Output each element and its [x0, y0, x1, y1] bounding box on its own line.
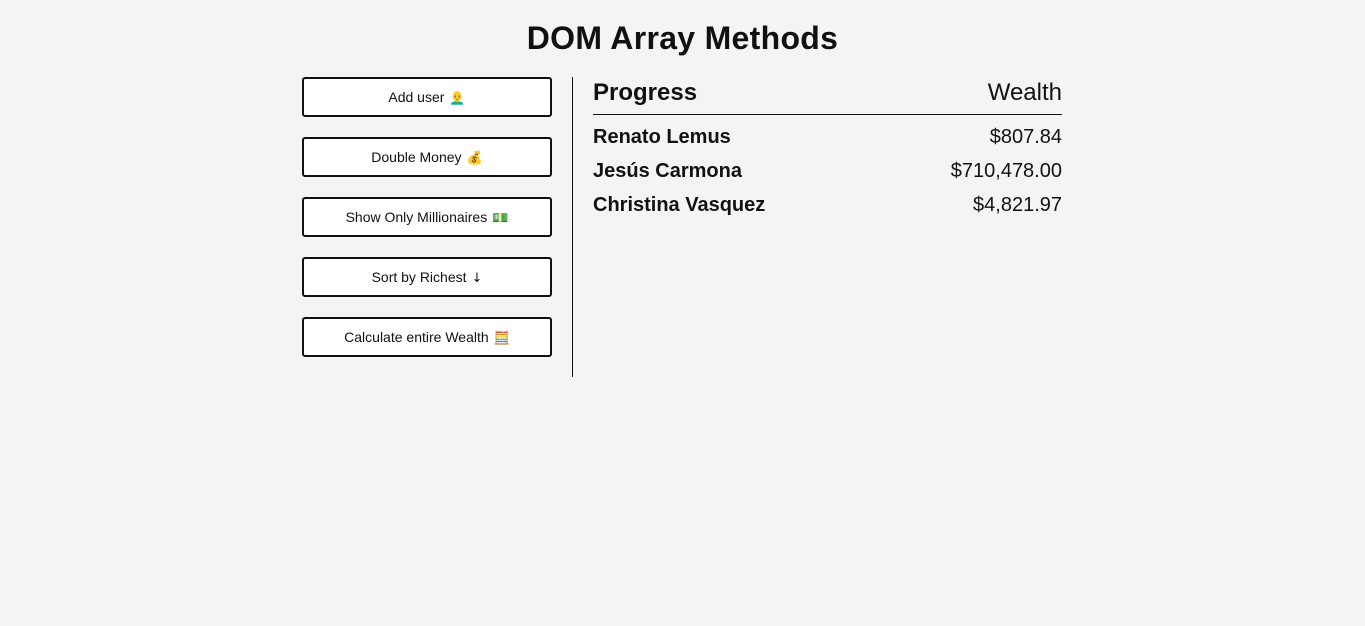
person-wealth: $807.84 — [989, 126, 1062, 148]
calculate-wealth-button[interactable]: Calculate entire Wealth 🧮 — [302, 317, 552, 357]
add-user-label: Add user — [388, 88, 445, 105]
person-wealth: $4,821.97 — [973, 194, 1062, 216]
person-name: Renato Lemus — [593, 126, 731, 148]
add-user-button[interactable]: Add user 👨‍🦲 — [302, 77, 552, 117]
sort-richest-button[interactable]: Sort by Richest ↓ — [302, 257, 552, 297]
dollar-bill-icon: 💵 — [492, 210, 509, 226]
double-money-label: Double Money — [371, 148, 462, 165]
money-bag-icon: 💰 — [466, 150, 483, 166]
person-wealth: $710,478.00 — [950, 160, 1062, 182]
arrow-down-icon: ↓ — [471, 270, 483, 286]
wealth-list: Progress Wealth Renato Lemus $807.84 Jes… — [573, 77, 1062, 377]
person-row: Renato Lemus $807.84 — [593, 125, 1062, 149]
abacus-icon: 🧮 — [493, 330, 510, 346]
person-column-header: Progress — [593, 79, 698, 106]
list-header: Progress Wealth — [593, 77, 1062, 115]
calculate-wealth-label: Calculate entire Wealth — [344, 328, 489, 345]
person-rows: Renato Lemus $807.84 Jesús Carmona $710,… — [593, 125, 1062, 217]
person-row: Christina Vasquez $4,821.97 — [593, 193, 1062, 217]
show-millionaires-button[interactable]: Show Only Millionaires 💵 — [302, 197, 552, 237]
person-row: Jesús Carmona $710,478.00 — [593, 159, 1062, 183]
page-title: DOM Array Methods — [526, 20, 839, 56]
person-name: Jesús Carmona — [593, 160, 742, 182]
sort-richest-label: Sort by Richest — [371, 268, 467, 285]
show-millionaires-label: Show Only Millionaires — [345, 208, 488, 225]
action-sidebar: Add user 👨‍🦲 Double Money 💰 Show Only Mill… — [302, 77, 573, 377]
person-name: Christina Vasquez — [593, 194, 766, 216]
person-icon: 👨‍🦲 — [449, 90, 466, 106]
wealth-column-header: Wealth — [987, 79, 1062, 106]
app-container: Add user 👨‍🦲 Double Money 💰 Show Only Mill… — [302, 77, 1062, 377]
double-money-button[interactable]: Double Money 💰 — [302, 137, 552, 177]
